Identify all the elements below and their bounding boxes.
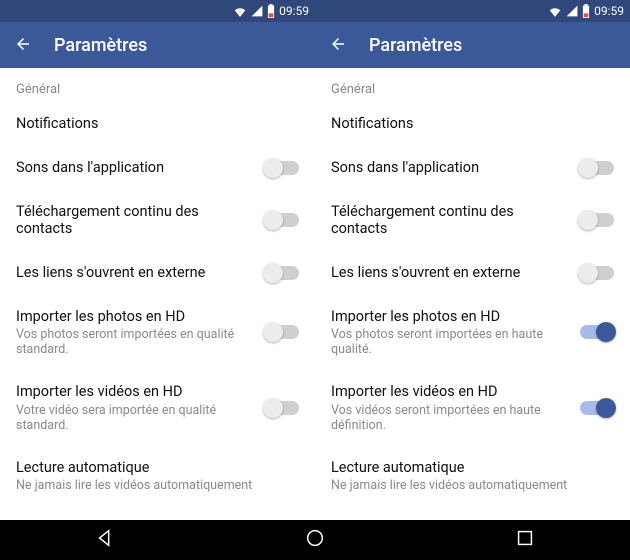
item-title: Notifications [331,115,604,132]
toggle-sounds[interactable] [580,161,614,175]
item-subtitle: Ne jamais lire les vidéos automatiquemen… [16,478,289,493]
item-title: Sons dans l'application [331,159,570,176]
toggle-contacts[interactable] [265,213,299,227]
appbar-title: Paramètres [54,35,147,56]
item-external-links[interactable]: Les liens s'ouvrent en externe [16,250,299,294]
battery-icon [582,4,590,18]
toggle-photos-hd[interactable] [265,325,299,339]
section-general: Général [331,68,614,101]
back-icon[interactable] [329,35,347,56]
item-subtitle: Votre vidéo sera importée en qualité sta… [16,403,255,433]
item-photos-hd[interactable]: Importer les photos en HD Vos photos ser… [16,294,299,369]
nav-back-icon[interactable] [94,527,116,553]
item-sounds[interactable]: Sons dans l'application [16,145,299,189]
toggle-sounds[interactable] [265,161,299,175]
item-subtitle: Vos photos seront importées en qualité s… [16,327,255,357]
item-title: Importer les vidéos en HD [331,383,570,400]
wifi-icon [548,5,562,17]
nav-home-icon[interactable] [304,527,326,553]
toggle-external[interactable] [580,266,614,280]
toggle-contacts[interactable] [580,213,614,227]
back-icon[interactable] [14,35,32,56]
android-nav-bar [0,520,630,560]
toggle-videos-hd[interactable] [265,401,299,415]
phone-right: 09:59 Paramètres Général Notifications S… [315,0,630,560]
item-contacts[interactable]: Téléchargement continu des contacts [16,189,299,250]
item-title: Les liens s'ouvrent en externe [331,264,570,281]
item-sounds[interactable]: Sons dans l'application [331,145,614,189]
signal-icon [566,5,578,17]
status-bar: 09:59 [315,0,630,22]
item-title: Sons dans l'application [16,159,255,176]
settings-list: Général Notifications Sons dans l'applic… [0,68,315,560]
section-general: Général [16,68,299,101]
item-notifications[interactable]: Notifications [331,101,614,145]
signal-icon [251,5,263,17]
item-title: Téléchargement continu des contacts [331,203,570,238]
item-title: Lecture automatique [16,459,289,476]
item-autoplay[interactable]: Lecture automatique Ne jamais lire les v… [331,445,614,505]
item-title: Notifications [16,115,289,132]
item-subtitle: Vos photos seront importées en haute qua… [331,327,570,357]
item-videos-hd[interactable]: Importer les vidéos en HD Vos vidéos ser… [331,369,614,444]
app-bar: Paramètres [0,22,315,68]
clock: 09:59 [594,4,624,18]
item-title: Importer les photos en HD [16,308,255,325]
item-notifications[interactable]: Notifications [16,101,299,145]
item-title: Lecture automatique [331,459,604,476]
item-title: Importer les vidéos en HD [16,383,255,400]
item-contacts[interactable]: Téléchargement continu des contacts [331,189,614,250]
item-photos-hd[interactable]: Importer les photos en HD Vos photos ser… [331,294,614,369]
item-videos-hd[interactable]: Importer les vidéos en HD Votre vidéo se… [16,369,299,444]
phone-left: 09:59 Paramètres Général Notifications S… [0,0,315,560]
app-bar: Paramètres [315,22,630,68]
item-external-links[interactable]: Les liens s'ouvrent en externe [331,250,614,294]
toggle-videos-hd[interactable] [580,401,614,415]
nav-recent-icon[interactable] [514,527,536,553]
clock: 09:59 [279,4,309,18]
item-subtitle: Ne jamais lire les vidéos automatiquemen… [331,478,604,493]
toggle-photos-hd[interactable] [580,325,614,339]
battery-icon [267,4,275,18]
item-title: Importer les photos en HD [331,308,570,325]
item-title: Téléchargement continu des contacts [16,203,255,238]
status-bar: 09:59 [0,0,315,22]
item-subtitle: Vos vidéos seront importées en haute déf… [331,403,570,433]
appbar-title: Paramètres [369,35,462,56]
toggle-external[interactable] [265,266,299,280]
item-autoplay[interactable]: Lecture automatique Ne jamais lire les v… [16,445,299,505]
settings-list: Général Notifications Sons dans l'applic… [315,68,630,560]
wifi-icon [233,5,247,17]
item-title: Les liens s'ouvrent en externe [16,264,255,281]
